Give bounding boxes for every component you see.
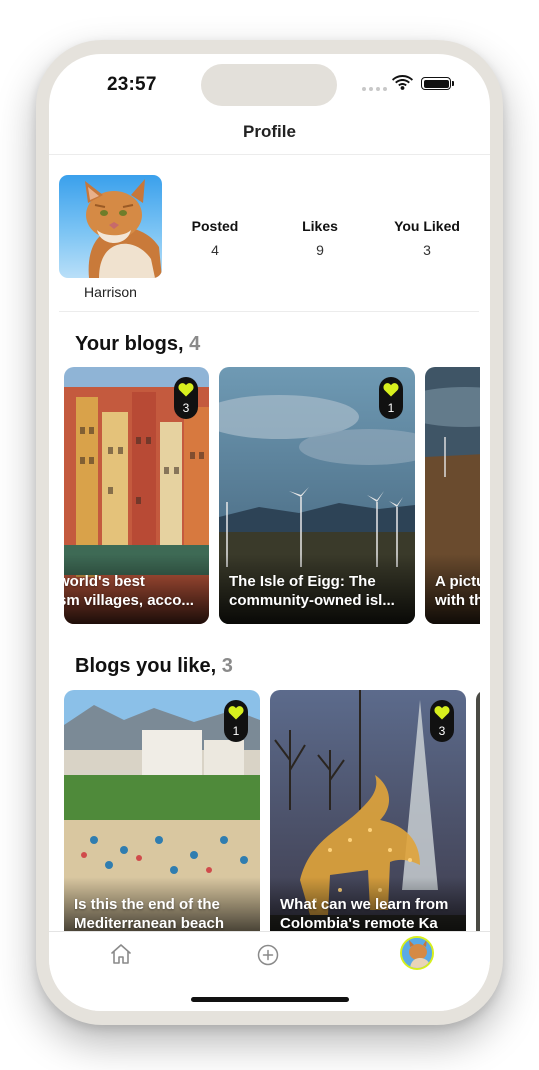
cat-photo: [85, 179, 162, 278]
profile-divider: [59, 311, 479, 312]
blog-card[interactable]: A pictu with th: [425, 367, 480, 624]
card-title-line2: Colombia's remote Ka: [280, 915, 438, 931]
your-blogs-title: Your blogs,: [75, 333, 184, 355]
nav-divider: [49, 154, 490, 155]
screen: 23:57 Profile Harrison Posted 4 Likes 9 …: [49, 54, 490, 1011]
stat-label: Likes: [302, 218, 338, 234]
your-blogs-carousel[interactable]: world's best sm villages, acco... 3 The …: [64, 367, 480, 624]
home-icon[interactable]: [109, 942, 133, 966]
card-title-line1: Is this the end of the: [74, 896, 220, 913]
stat-label: You Liked: [394, 218, 460, 234]
heart-icon: [228, 706, 244, 720]
liked-blogs-title: Blogs you like,: [75, 655, 217, 677]
profile-avatar[interactable]: [59, 175, 162, 278]
heart-icon: [434, 706, 450, 720]
heart-icon: [383, 383, 399, 397]
stat-value: 4: [211, 242, 219, 258]
page-title: Profile: [243, 122, 296, 141]
stat-value: 9: [316, 242, 324, 258]
stat-label: Posted: [191, 218, 239, 234]
blog-card[interactable]: world's best sm villages, acco... 3: [64, 367, 209, 624]
card-title-line2: community-owned isl...: [229, 592, 395, 609]
dynamic-island: [201, 64, 337, 106]
like-count: 1: [387, 401, 395, 415]
tab-bar-divider: [49, 931, 490, 932]
stat-you-liked: You Liked 3: [379, 218, 475, 258]
blog-card[interactable]: What can we learn from Colombia's remote…: [270, 690, 466, 931]
card-title-line1: What can we learn from: [280, 896, 449, 913]
liked-blogs-count: 3: [221, 655, 233, 677]
cat-thumbnail: [402, 938, 432, 968]
stat-likes: Likes 9: [272, 218, 368, 258]
signal-icon: [362, 87, 387, 91]
profile-name: Harrison: [84, 284, 137, 300]
card-title-line2: sm villages, acco...: [64, 592, 194, 609]
card-title-line1: The Isle of Eigg: The: [229, 573, 376, 590]
like-badge[interactable]: 1: [379, 377, 403, 419]
like-badge[interactable]: 3: [174, 377, 198, 419]
like-count: 3: [182, 401, 190, 415]
stat-posted: Posted 4: [167, 218, 263, 258]
like-count: 1: [232, 724, 240, 738]
blog-card[interactable]: Is this the end of the Mediterranean bea…: [64, 690, 260, 931]
like-count: 3: [438, 724, 446, 738]
your-blogs-count: 4: [189, 333, 201, 355]
blog-card[interactable]: The Isle of Eigg: The community-owned is…: [219, 367, 415, 624]
home-indicator: [191, 997, 349, 1002]
add-circle-icon[interactable]: [257, 944, 279, 966]
avatar[interactable]: [400, 936, 434, 970]
wifi-icon: [392, 75, 413, 90]
battery-icon: [421, 77, 454, 90]
blog-card[interactable]: [476, 690, 480, 931]
like-badge[interactable]: 1: [224, 700, 248, 742]
heart-icon: [178, 383, 194, 397]
card-title-line1: A pictu: [435, 573, 480, 590]
stat-value: 3: [423, 242, 431, 258]
your-blogs-heading: Your blogs, 4: [75, 333, 200, 356]
card-title-line1: world's best: [64, 573, 145, 590]
card-title-line2: Mediterranean beach: [74, 915, 225, 931]
liked-blogs-heading: Blogs you like, 3: [75, 655, 233, 678]
status-time: 23:57: [107, 74, 157, 95]
like-badge[interactable]: 3: [430, 700, 454, 742]
liked-blogs-carousel[interactable]: Is this the end of the Mediterranean bea…: [64, 690, 480, 931]
card-title-line2: with th: [435, 592, 480, 609]
